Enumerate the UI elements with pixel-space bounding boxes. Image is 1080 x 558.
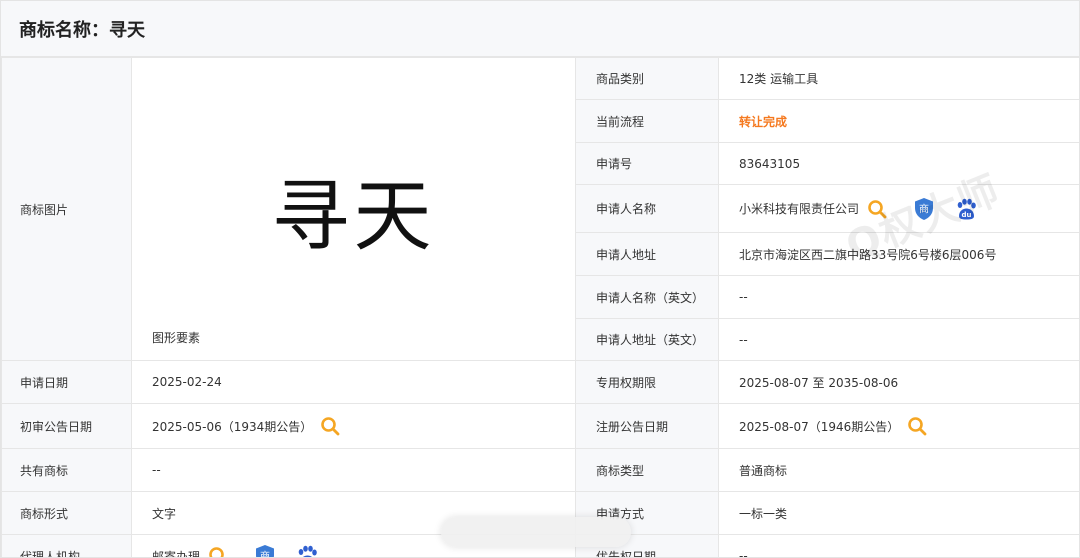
image-caption: 图形要素 bbox=[152, 331, 201, 345]
shared-value: -- bbox=[131, 448, 576, 492]
search-icon[interactable] bbox=[320, 416, 340, 436]
baidu-paw-icon[interactable]: du bbox=[296, 545, 318, 558]
reg-date-label: 注册公告日期 bbox=[575, 403, 719, 449]
reg-date-value: 2025-08-07（1946期公告） bbox=[739, 419, 900, 434]
process-status: 转让完成 bbox=[739, 114, 788, 129]
trademark-image: 寻天 bbox=[271, 172, 436, 262]
address-en-label: 申请人地址（英文） bbox=[575, 318, 719, 361]
svg-text:商: 商 bbox=[919, 202, 929, 215]
table-row: 申请日期 2025-02-24 专用权期限 2025-08-07 至 2035-… bbox=[1, 360, 1079, 404]
reg-no-label: 申请号 bbox=[575, 142, 719, 185]
page-title: 商标名称：寻天 bbox=[19, 19, 145, 41]
address-label: 申请人地址 bbox=[575, 232, 719, 276]
trademark-info-table: 商标图片 寻天 图形要素 商品类别 12类 运输工具 当前流程 转让完成 申请号… bbox=[1, 57, 1079, 558]
process-label: 当前流程 bbox=[575, 99, 719, 143]
priority-value: -- bbox=[718, 534, 1079, 557]
search-icon[interactable] bbox=[867, 199, 887, 219]
trademark-detail-panel: 商标名称：寻天 商标图片 寻天 图形要素 商品类别 12类 运输工具 当前流程 … bbox=[0, 0, 1080, 558]
search-icon[interactable] bbox=[907, 416, 927, 436]
applicant-en-label: 申请人名称（英文） bbox=[575, 275, 719, 319]
svg-text:商: 商 bbox=[260, 550, 270, 558]
image-label: 商标图片 bbox=[1, 57, 132, 361]
svg-text:du: du bbox=[962, 211, 972, 219]
table-row: 初审公告日期 2025-05-06（1934期公告） 注册公告日期 2025-0… bbox=[1, 403, 1079, 449]
shang-shield-icon[interactable]: 商 bbox=[913, 197, 935, 221]
agent-value: 邮寄办理 bbox=[152, 549, 201, 558]
reg-no-value: 83643105 bbox=[718, 142, 1079, 185]
blurred-overlay bbox=[441, 517, 631, 547]
agent-label: 代理人机构 bbox=[1, 534, 132, 557]
baidu-paw-icon[interactable]: du bbox=[955, 198, 977, 220]
applicant-label: 申请人名称 bbox=[575, 184, 719, 233]
prelim-date-value: 2025-05-06（1934期公告） bbox=[152, 419, 313, 434]
apply-date-value: 2025-02-24 bbox=[131, 360, 576, 404]
tm-type-label: 商标类型 bbox=[575, 448, 719, 492]
shang-shield-icon[interactable]: 商 bbox=[254, 544, 276, 558]
exclusive-period-value: 2025-08-07 至 2035-08-06 bbox=[718, 360, 1079, 404]
tm-type-value: 普通商标 bbox=[718, 448, 1079, 492]
apply-method-value: 一标一类 bbox=[718, 491, 1079, 535]
apply-date-label: 申请日期 bbox=[1, 360, 132, 404]
table-row: 共有商标 -- 商标类型 普通商标 bbox=[1, 448, 1079, 492]
trademark-image-cell: 寻天 图形要素 bbox=[131, 57, 576, 361]
applicant-value: 小米科技有限责任公司 bbox=[739, 202, 860, 216]
prelim-date-label: 初审公告日期 bbox=[1, 403, 132, 449]
exclusive-period-label: 专用权期限 bbox=[575, 360, 719, 404]
table-row: 商标图片 寻天 图形要素 商品类别 12类 运输工具 bbox=[1, 57, 1079, 361]
category-value: 12类 运输工具 bbox=[718, 57, 1079, 100]
address-en-value: -- bbox=[718, 318, 1079, 361]
shared-label: 共有商标 bbox=[1, 448, 132, 492]
address-value: 北京市海淀区西二旗中路33号院6号楼6层006号 bbox=[718, 232, 1079, 276]
panel-header: 商标名称：寻天 bbox=[1, 1, 1079, 57]
search-icon[interactable] bbox=[208, 546, 228, 558]
category-label: 商品类别 bbox=[575, 57, 719, 100]
tm-form-label: 商标形式 bbox=[1, 491, 132, 535]
applicant-en-value: -- bbox=[718, 275, 1079, 319]
